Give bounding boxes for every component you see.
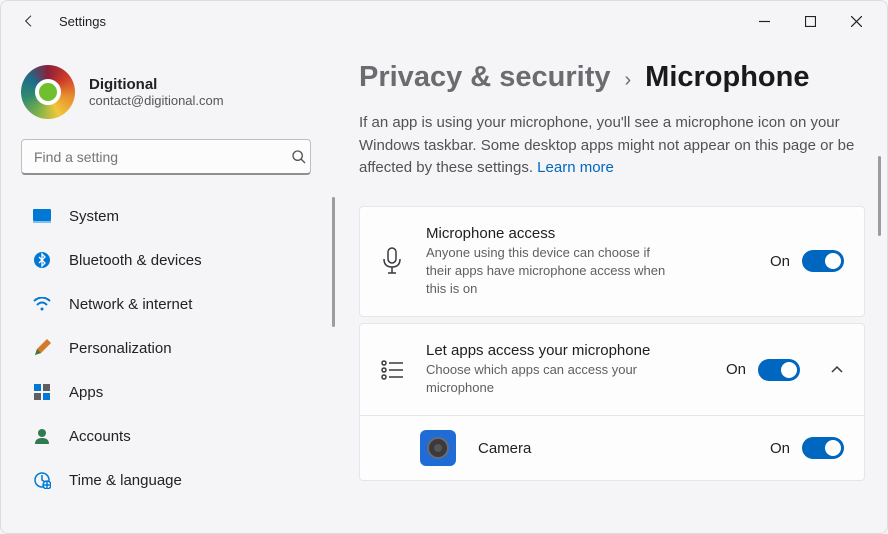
nav-network[interactable]: Network & internet [21,285,329,323]
nav-label: Time & language [69,472,182,489]
titlebar: Settings [1,1,887,41]
main-scrollbar[interactable] [878,156,881,236]
nav-label: Apps [69,384,103,401]
maximize-button[interactable] [787,1,833,41]
nav-accounts[interactable]: Accounts [21,417,329,455]
brush-icon [33,339,51,357]
avatar [21,65,75,119]
profile-email: contact@digitional.com [89,93,224,108]
apps-icon [33,383,51,401]
camera-app-icon [420,430,456,466]
toggle-state-label: On [770,253,790,270]
system-icon [33,207,51,225]
card-title: Microphone access [426,225,748,242]
profile-name: Digitional [89,76,224,93]
search-input[interactable] [21,139,311,175]
apps-access-toggle[interactable] [758,359,800,381]
card-subtitle: Choose which apps can access your microp… [426,361,666,397]
breadcrumb-parent[interactable]: Privacy & security [359,61,610,94]
list-icon [380,360,404,380]
microphone-icon [380,247,404,275]
window-title: Settings [59,14,106,29]
sidebar: Digitional contact@digitional.com System… [1,41,341,533]
camera-app-row: Camera On [359,416,865,481]
clock-globe-icon [33,471,51,489]
main-content: Privacy & security › Microphone If an ap… [341,41,887,533]
close-button[interactable] [833,1,879,41]
chevron-right-icon: › [624,69,631,92]
search-icon [291,149,307,165]
card-subtitle: Anyone using this device can choose if t… [426,244,666,299]
wifi-icon [33,295,51,313]
nav-system[interactable]: System [21,197,329,235]
apps-access-card[interactable]: Let apps access your microphone Choose w… [359,323,865,416]
microphone-access-toggle[interactable] [802,250,844,272]
toggle-state-label: On [726,361,746,378]
nav-label: Personalization [69,340,172,357]
bluetooth-icon [33,251,51,269]
sidebar-nav: System Bluetooth & devices Network & int… [21,197,329,499]
nav-personalization[interactable]: Personalization [21,329,329,367]
nav-label: Bluetooth & devices [69,252,202,269]
page-title: Microphone [645,61,809,94]
learn-more-link[interactable]: Learn more [537,159,614,176]
camera-app-toggle[interactable] [802,437,844,459]
nav-bluetooth[interactable]: Bluetooth & devices [21,241,329,279]
nav-time-language[interactable]: Time & language [21,461,329,499]
window-controls [741,1,879,41]
account-icon [33,427,51,445]
nav-apps[interactable]: Apps [21,373,329,411]
minimize-button[interactable] [741,1,787,41]
app-name: Camera [478,440,748,457]
sidebar-scrollbar[interactable] [332,197,335,327]
nav-label: System [69,208,119,225]
toggle-state-label: On [770,440,790,457]
microphone-access-card: Microphone access Anyone using this devi… [359,206,865,318]
card-title: Let apps access your microphone [426,342,704,359]
account-profile[interactable]: Digitional contact@digitional.com [21,65,329,119]
page-description: If an app is using your microphone, you'… [359,112,859,180]
back-button[interactable] [9,1,49,41]
nav-label: Network & internet [69,296,192,313]
chevron-up-icon [830,363,844,377]
breadcrumb: Privacy & security › Microphone [359,61,865,94]
nav-label: Accounts [69,428,131,445]
